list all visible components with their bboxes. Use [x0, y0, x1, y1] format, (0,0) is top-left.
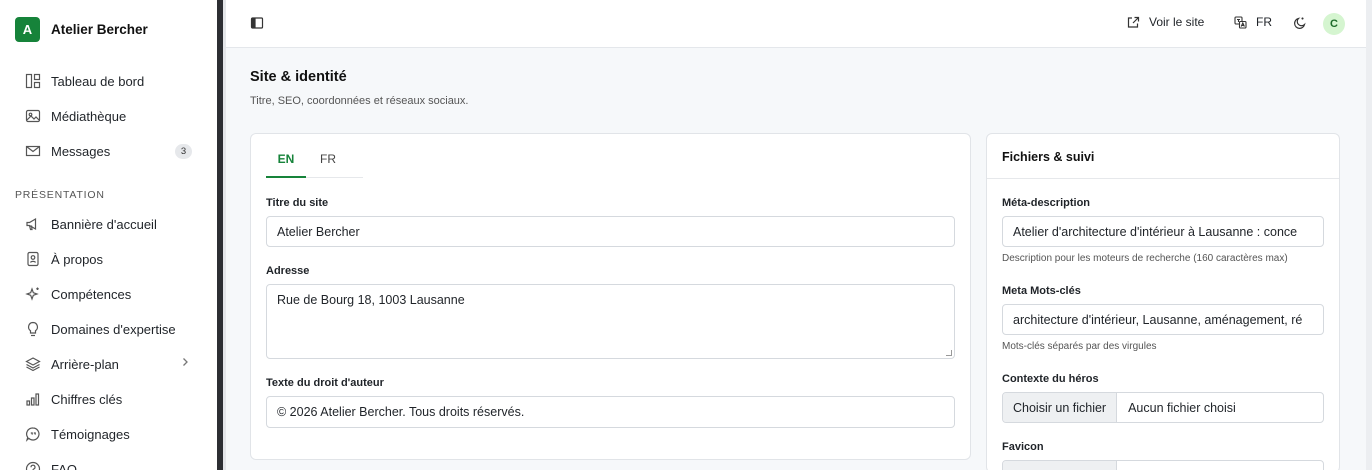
choose-file-button[interactable]: Choisir un fichier	[1003, 461, 1118, 470]
meta-description-help: Description pour les moteurs de recherch…	[1002, 253, 1288, 264]
theme-toggle-icon[interactable]	[1293, 16, 1307, 35]
meta-keywords-help: Mots-clés séparés par des virgules	[1002, 341, 1157, 352]
copyright-input[interactable]: © 2026 Atelier Bercher. Tous droits rése…	[266, 396, 955, 428]
file-status-text: Aucun fichier choisi	[1128, 400, 1236, 415]
page-subtitle: Titre, SEO, coordonnées et réseaux socia…	[250, 95, 469, 107]
site-title-label: Titre du site	[266, 197, 329, 209]
tab-en[interactable]: EN	[266, 152, 306, 178]
user-avatar[interactable]: C	[1323, 13, 1345, 35]
sidebar-item-skills[interactable]: Compétences	[24, 283, 194, 305]
sidebar-item-label: Tableau de bord	[51, 73, 145, 89]
sidebar-item-label: Messages	[51, 143, 111, 159]
card-title: Fichiers & suivi	[1002, 150, 1095, 164]
dashboard-icon	[24, 73, 41, 90]
meta-keywords-input[interactable]: architecture d'intérieur, Lausanne, amén…	[1002, 304, 1324, 335]
tab-fr[interactable]: FR	[316, 152, 340, 166]
page-scrollbar[interactable]	[1366, 0, 1372, 470]
layers-icon	[24, 356, 41, 373]
sparkles-icon	[24, 286, 41, 303]
brand[interactable]: A Atelier Bercher	[15, 17, 148, 42]
external-link-icon	[1127, 16, 1140, 28]
quote-icon	[24, 426, 41, 443]
sidebar-item-expertise[interactable]: Domaines d'expertise	[24, 318, 194, 340]
brand-name: Atelier Bercher	[51, 22, 148, 37]
id-card-icon	[24, 251, 41, 268]
lightbulb-icon	[24, 321, 41, 338]
help-circle-icon	[24, 461, 41, 470]
mail-icon	[24, 143, 41, 160]
file-status-text: Aucun fichier choisi	[1117, 461, 1247, 470]
meta-keywords-label: Meta Mots-clés	[1002, 285, 1081, 297]
favicon-file-input[interactable]: Choisir un fichier Aucun fichier choisi	[1002, 460, 1324, 470]
view-site-label: Voir le site	[1149, 15, 1205, 29]
view-site-link[interactable]: Voir le site	[1127, 15, 1204, 29]
image-icon	[24, 108, 41, 125]
messages-count-badge: 3	[175, 144, 192, 159]
language-tabs: EN FR	[266, 152, 363, 178]
sidebar-item-label: À propos	[51, 251, 104, 267]
identity-form-card: EN FR Titre du site Atelier Bercher Adre…	[250, 133, 971, 460]
address-textarea[interactable]: Rue de Bourg 18, 1003 Lausanne	[266, 284, 955, 359]
card-header: Fichiers & suivi	[987, 134, 1339, 179]
sidebar-item-label: Chiffres clés	[51, 391, 123, 407]
sidebar-item-banner[interactable]: Bannière d'accueil	[24, 213, 194, 235]
brand-logo: A	[15, 17, 40, 42]
bar-chart-icon	[24, 391, 41, 408]
sidebar-item-about[interactable]: À propos	[24, 248, 194, 270]
sidebar-item-label: Domaines d'expertise	[51, 321, 176, 337]
sidebar-item-key-figures[interactable]: Chiffres clés	[24, 388, 194, 410]
favicon-label: Favicon	[1002, 441, 1044, 453]
resize-handle-icon[interactable]	[946, 350, 952, 356]
sidebar-item-testimonials[interactable]: Témoignages	[24, 423, 194, 445]
hero-context-label: Contexte du héros	[1002, 373, 1099, 385]
meta-description-label: Méta-description	[1002, 197, 1091, 209]
sidebar-toggle-icon[interactable]	[250, 16, 264, 30]
translate-icon	[1234, 15, 1247, 29]
hero-file-input[interactable]: Choisir un fichier Aucun fichier choisi	[1002, 392, 1324, 423]
sidebar-border	[223, 0, 226, 470]
language-switcher[interactable]: FR	[1234, 15, 1272, 29]
language-label: FR	[1256, 15, 1272, 29]
choose-file-button[interactable]: Choisir un fichier	[1003, 393, 1118, 422]
files-tracking-card: Fichiers & suivi Méta-description Atelie…	[986, 133, 1340, 470]
sidebar-item-label: Bannière d'accueil	[51, 216, 157, 232]
section-label-presentation: PRÉSENTATION	[15, 189, 105, 201]
sidebar-item-background[interactable]: Arrière-plan	[24, 353, 194, 375]
sidebar-item-label: Médiathèque	[51, 108, 127, 124]
sidebar-item-faq[interactable]: FAQ	[24, 458, 194, 470]
site-title-input[interactable]: Atelier Bercher	[266, 216, 955, 247]
sidebar-item-label: Témoignages	[51, 426, 130, 442]
sidebar-item-dashboard[interactable]: Tableau de bord	[24, 70, 194, 92]
copyright-label: Texte du droit d'auteur	[266, 377, 384, 389]
page-title: Site & identité	[250, 69, 347, 85]
sidebar-item-label: FAQ	[51, 461, 78, 470]
sidebar-item-label: Compétences	[51, 286, 132, 302]
chevron-right-icon	[180, 356, 190, 370]
sidebar-item-label: Arrière-plan	[51, 356, 119, 372]
sidebar-item-messages[interactable]: Messages 3	[24, 140, 194, 162]
topbar: Voir le site FR C	[226, 0, 1366, 48]
sidebar: A Atelier Bercher Tableau de bord Médiat…	[0, 0, 217, 470]
address-label: Adresse	[266, 265, 310, 277]
sidebar-item-media[interactable]: Médiathèque	[24, 105, 194, 127]
megaphone-icon	[24, 216, 41, 233]
meta-description-input[interactable]: Atelier d'architecture d'intérieur à Lau…	[1002, 216, 1324, 247]
